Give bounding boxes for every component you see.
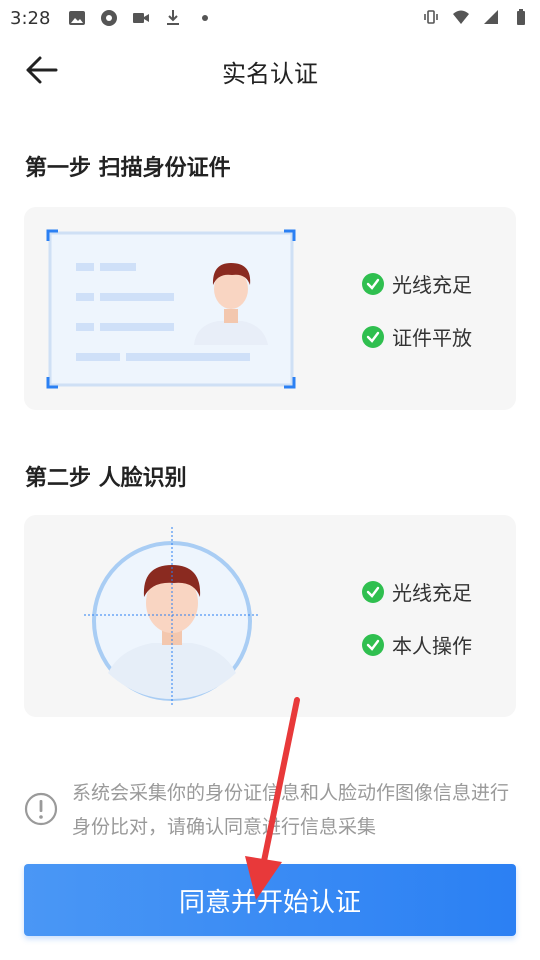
- vibrate-icon: [424, 10, 438, 24]
- record-icon: [101, 10, 117, 26]
- status-bar: 3:28: [0, 0, 540, 36]
- step2-check-row-2: 本人操作: [362, 630, 472, 659]
- step2-check-label-2: 本人操作: [392, 634, 472, 658]
- app-header: 实名认证: [0, 36, 540, 104]
- download-icon: [167, 10, 179, 25]
- info-icon: [24, 792, 58, 826]
- face-scan-illustration: [84, 527, 260, 705]
- wifi-icon: [453, 10, 469, 24]
- step2-title: 第二步 人脸识别: [25, 466, 187, 491]
- step1-check-row-1: 光线充足: [362, 269, 472, 298]
- page-title: 实名认证: [222, 60, 318, 88]
- dot-icon: [202, 15, 208, 21]
- step1-check-row-2: 证件平放: [362, 322, 472, 351]
- step1-card: 光线充足 证件平放: [24, 207, 516, 410]
- step1-check-label-1: 光线充足: [392, 273, 472, 297]
- check-circle-icon: [362, 580, 384, 603]
- check-circle-icon: [362, 272, 384, 295]
- step2-check-row-1: 光线充足: [362, 577, 472, 606]
- id-card-illustration: [46, 229, 296, 389]
- step2-check-label-1: 光线充足: [392, 581, 472, 605]
- signal-icon: [484, 10, 498, 24]
- status-left-icons: [68, 9, 214, 27]
- status-time: 3:28: [10, 8, 51, 29]
- step1-check-label-2: 证件平放: [392, 326, 472, 350]
- image-icon: [69, 11, 85, 25]
- step1-title: 第一步 扫描身份证件: [25, 156, 231, 181]
- check-circle-icon: [362, 325, 384, 348]
- video-icon: [133, 13, 149, 23]
- status-right-icons: [422, 8, 530, 26]
- agree-start-verification-button[interactable]: 同意并开始认证: [24, 864, 516, 936]
- step2-card: 光线充足 本人操作: [24, 515, 516, 717]
- consent-notice-text: 系统会采集你的身份证信息和人脸动作图像信息进行身份比对，请确认同意进行信息采集: [72, 782, 510, 838]
- check-circle-icon: [362, 633, 384, 656]
- battery-icon: [517, 9, 525, 25]
